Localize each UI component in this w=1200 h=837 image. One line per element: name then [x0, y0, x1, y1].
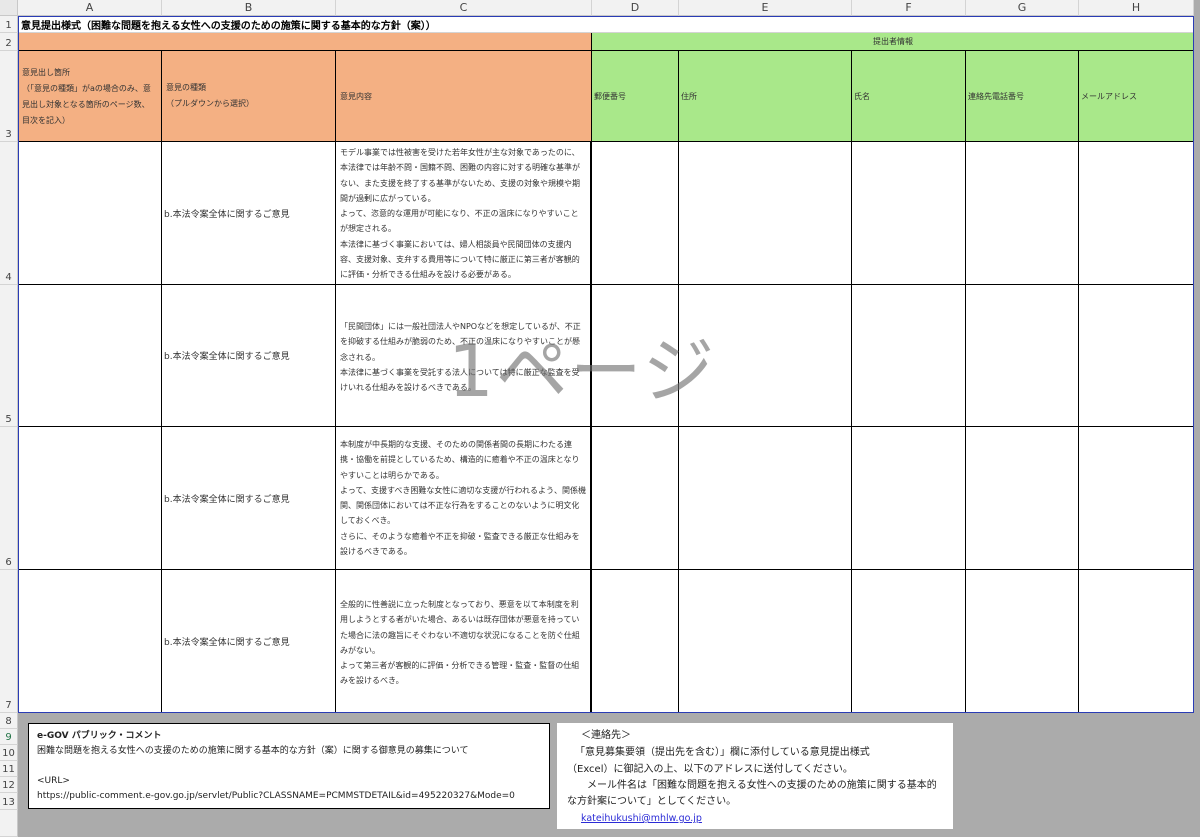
table-cell-email[interactable] — [1079, 570, 1194, 713]
table-cell-content[interactable]: モデル事業では性被害を受けた若年女性が主な対象であったのに、本法律では年齢不問・… — [336, 142, 592, 285]
table-cell-email[interactable] — [1079, 427, 1194, 570]
table-cell-phone[interactable] — [966, 142, 1079, 285]
header-address[interactable]: 住所 — [679, 51, 852, 142]
column-header-d[interactable]: D — [592, 0, 679, 16]
row-header-7[interactable]: 7 — [0, 570, 18, 713]
column-header-f[interactable]: F — [852, 0, 966, 16]
table-cell-location[interactable] — [18, 427, 162, 570]
table-cell-content[interactable]: 本制度が中長期的な支援、そのための関係者間の長期にわたる連携・協働を前提としてい… — [336, 427, 592, 570]
row-header-blank[interactable] — [0, 810, 18, 837]
contact-email-link[interactable]: kateihukushi@mhlw.go.jp — [567, 810, 943, 827]
row-header-13[interactable]: 13 — [0, 793, 18, 810]
table-cell-address[interactable] — [679, 427, 852, 570]
header-phone[interactable]: 連絡先電話番号 — [966, 51, 1079, 142]
header-postal-label: 郵便番号 — [594, 91, 626, 101]
row-header-1[interactable]: 1 — [0, 16, 18, 33]
submitter-info-header[interactable]: 提出者情報 — [592, 33, 1194, 51]
select-all-corner[interactable] — [0, 0, 18, 16]
table-cell-content[interactable]: 全般的に性善説に立った制度となっており、悪意を以て本制度を利用しようとする者がい… — [336, 570, 592, 713]
table-cell-phone[interactable] — [966, 570, 1079, 713]
contact-line-3: メール件名は「困難な問題を抱える女性への支援のための施策に関する基本的な方針案に… — [567, 780, 937, 807]
egov-heading: e-GOV パブリック・コメント — [37, 731, 162, 741]
column-header-c[interactable]: C — [336, 0, 592, 16]
egov-spacer — [37, 759, 541, 774]
row-header-9[interactable]: 9 — [0, 729, 18, 745]
table-cell-type[interactable]: b.本法令案全体に関するご意見 — [162, 570, 336, 713]
table-cell-postal[interactable] — [592, 570, 679, 713]
header-name-label: 氏名 — [854, 91, 870, 101]
table-cell-name[interactable] — [852, 427, 966, 570]
header-content[interactable]: 意見内容 — [336, 51, 592, 142]
table-cell-phone[interactable] — [966, 285, 1079, 427]
header-postal[interactable]: 郵便番号 — [592, 51, 679, 142]
column-header-a[interactable]: A — [18, 0, 162, 16]
header-email[interactable]: メールアドレス — [1079, 51, 1194, 142]
table-cell-postal[interactable] — [592, 142, 679, 285]
row-header-11[interactable]: 11 — [0, 761, 18, 777]
row-header-12[interactable]: 12 — [0, 777, 18, 793]
row-header-2[interactable]: 2 — [0, 33, 18, 51]
sheet-title-cell[interactable]: 意見提出様式（困難な問題を抱える女性への支援のための施策に関する基本的な方針（案… — [18, 16, 1194, 33]
table-cell-phone[interactable] — [966, 427, 1079, 570]
row-header-4[interactable]: 4 — [0, 142, 18, 285]
egov-note-box[interactable]: e-GOV パブリック・コメント 困難な問題を抱える女性への支援のための施策に関… — [28, 723, 550, 809]
table-cell-email[interactable] — [1079, 142, 1194, 285]
table-cell-address[interactable] — [679, 570, 852, 713]
table-cell-type[interactable]: b.本法令案全体に関するご意見 — [162, 427, 336, 570]
table-cell-name[interactable] — [852, 570, 966, 713]
table-cell-location[interactable] — [18, 285, 162, 427]
table-cell-type[interactable]: b.本法令案全体に関するご意見 — [162, 142, 336, 285]
table-cell-address[interactable] — [679, 142, 852, 285]
table-cell-location[interactable] — [18, 570, 162, 713]
table-cell-type[interactable]: b.本法令案全体に関するご意見 — [162, 285, 336, 427]
table-cell-address[interactable] — [679, 285, 852, 427]
header-location[interactable]: 意見出し箇所 （「意見の種類」がaの場合のみ、意見出し対象となる箇所のページ数、… — [18, 51, 162, 142]
table-cell-content[interactable]: 「民間団体」には一般社団法人やNPOなどを想定しているが、不正を抑破する仕組みが… — [336, 285, 592, 427]
row-header-8[interactable]: 8 — [0, 713, 18, 729]
row-header-6[interactable]: 6 — [0, 427, 18, 570]
table-cell-postal[interactable] — [592, 427, 679, 570]
table-cell-email[interactable] — [1079, 285, 1194, 427]
header-address-label: 住所 — [681, 91, 697, 101]
contact-box[interactable]: ＜連絡先＞ 「意見募集要領（提出先を含む）」欄に添付している意見提出様式 （Ex… — [557, 723, 953, 829]
column-header-e[interactable]: E — [679, 0, 852, 16]
header-content-label: 意見内容 — [340, 91, 372, 101]
column-header-b[interactable]: B — [162, 0, 336, 16]
table-cell-location[interactable] — [18, 142, 162, 285]
contact-line-1: 「意見募集要領（提出先を含む）」欄に添付している意見提出様式 — [575, 747, 870, 758]
egov-url[interactable]: https://public-comment.e-gov.go.jp/servl… — [37, 789, 541, 804]
row-header-3[interactable]: 3 — [0, 51, 18, 142]
egov-url-label: <URL> — [37, 776, 70, 786]
header-email-label: メールアドレス — [1081, 91, 1137, 101]
row-header-5[interactable]: 5 — [0, 285, 18, 427]
column-header-h[interactable]: H — [1079, 0, 1194, 16]
contact-heading: ＜連絡先＞ — [581, 730, 631, 741]
header-type[interactable]: 意見の種類 （プルダウンから選択） — [162, 51, 336, 142]
column-header-g[interactable]: G — [966, 0, 1079, 16]
row-header-10[interactable]: 10 — [0, 745, 18, 761]
table-cell-name[interactable] — [852, 285, 966, 427]
contact-line-2: （Excel）に御記入の上、以下のアドレスに送付してください。 — [567, 764, 853, 775]
orange-merged-header[interactable] — [18, 33, 592, 51]
header-name[interactable]: 氏名 — [852, 51, 966, 142]
header-phone-label: 連絡先電話番号 — [968, 91, 1024, 101]
egov-description: 困難な問題を抱える女性への支援のための施策に関する基本的な方針（案）に関する御意… — [37, 746, 469, 756]
table-cell-name[interactable] — [852, 142, 966, 285]
table-cell-postal[interactable] — [592, 285, 679, 427]
